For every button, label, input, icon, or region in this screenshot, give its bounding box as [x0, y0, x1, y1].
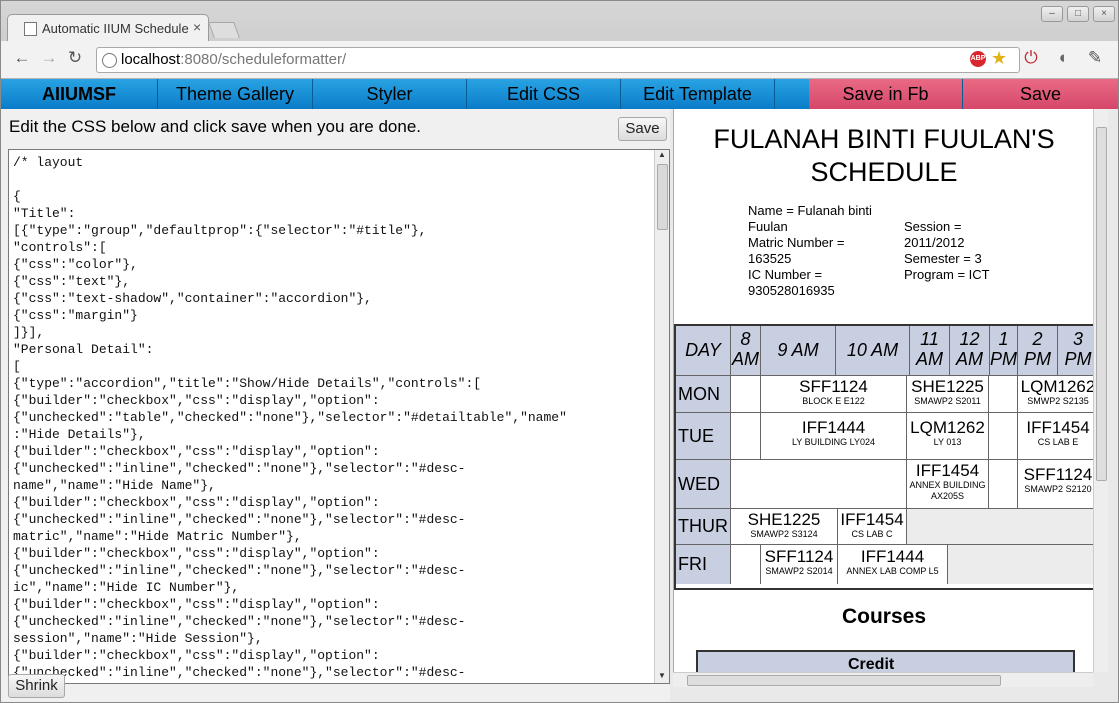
close-tab-icon[interactable]: ×: [193, 19, 201, 35]
url-text: localhost:8080/scheduleformatter/: [121, 51, 347, 68]
app-menu-bar: AIIUMSF Theme Gallery Styler Edit CSS Ed…: [1, 79, 1118, 109]
detail-line: Semester = 3: [904, 251, 982, 266]
course-slot: SFF1124 SMAWP2 S2120: [1018, 460, 1094, 509]
close-window-icon[interactable]: ×: [1093, 6, 1115, 22]
preview-vscroll-thumb[interactable]: [1096, 127, 1107, 481]
header-10am: 10 AM: [836, 326, 910, 376]
schedule-table: DAY 8 AM 9 AM 10 AM 11 AM 12 AM 1 PM 2 P…: [674, 324, 1094, 590]
stop-extension-icon[interactable]: ⏻: [1021, 48, 1041, 68]
maximize-icon[interactable]: □: [1067, 6, 1089, 22]
detail-line: Session =: [904, 219, 962, 234]
course-slot: SFF1124 SMAWP2 S2014: [761, 545, 838, 584]
course-slot: IFF1454 CS LAB E: [1018, 413, 1094, 460]
course-slot: LQM1262 SMWP2 S2135: [1018, 376, 1094, 413]
header-11am: 11 AM: [910, 326, 950, 376]
page-info-icon: [102, 53, 117, 68]
course-slot: IFF1444 ANNEX LAB COMP L5: [838, 545, 948, 584]
empty-slot: [731, 376, 761, 413]
header-3pm: 3 PM: [1058, 326, 1094, 376]
header-9am: 9 AM: [761, 326, 836, 376]
wrench-menu-icon[interactable]: ✎: [1085, 48, 1105, 68]
personal-details-left: Name = Fulanah binti Fuulan Matric Numbe…: [748, 203, 888, 299]
save-in-fb-button[interactable]: Save in Fb: [809, 79, 963, 109]
detail-line: IC Number =: [748, 267, 823, 282]
empty-slot: [989, 376, 1018, 413]
brand-link[interactable]: AIIUMSF: [1, 79, 158, 109]
day-thur: THUR: [676, 509, 731, 545]
personal-details-right: Session = 2011/2012 Semester = 3 Program…: [904, 219, 1044, 283]
preview-vertical-scrollbar[interactable]: [1093, 109, 1108, 672]
scroll-up-icon[interactable]: ▲: [655, 150, 669, 162]
shrink-button[interactable]: Shrink: [8, 674, 65, 698]
detail-line: Fuulan: [748, 219, 788, 234]
reload-icon[interactable]: ↻: [65, 48, 85, 68]
day-wed: WED: [676, 460, 731, 509]
detail-line: Program = ICT: [904, 267, 990, 282]
course-slot: LQM1262 LY 013: [907, 413, 989, 460]
detail-line: Matric Number =: [748, 235, 845, 250]
header-2pm: 2 PM: [1018, 326, 1058, 376]
speaker-extension-icon[interactable]: ◖: [1052, 48, 1072, 68]
page-favicon-icon: [24, 22, 37, 36]
course-slot: SFF1124 BLOCK E E122: [761, 376, 907, 413]
empty-slot: [731, 460, 907, 509]
editor-scrollbar[interactable]: ▲ ▼: [654, 150, 669, 683]
css-textarea[interactable]: /* layout { "Title": [{"type":"group","d…: [8, 149, 670, 684]
menu-edit-template[interactable]: Edit Template: [621, 79, 775, 109]
editor-scroll-thumb[interactable]: [657, 164, 668, 230]
course-slot: IFF1454 ANNEX BUILDING AX205S: [907, 460, 989, 509]
empty-slot: [948, 545, 1094, 584]
detail-line: 163525: [748, 251, 792, 266]
address-bar[interactable]: localhost:8080/scheduleformatter/ ABP ★: [96, 47, 1020, 73]
detail-line: 930528016935: [748, 283, 835, 298]
browser-toolbar: ← → ↻ localhost:8080/scheduleformatter/ …: [1, 41, 1118, 79]
detail-line: 2011/2012: [904, 235, 965, 250]
bookmark-star-icon[interactable]: ★: [991, 48, 1007, 69]
menu-edit-css[interactable]: Edit CSS: [467, 79, 621, 109]
menu-styler[interactable]: Styler: [313, 79, 467, 109]
tab-title: Automatic IIUM Schedule: [42, 21, 189, 36]
empty-slot: [989, 413, 1018, 460]
schedule-title: FULANAH BINTI FUULAN'S SCHEDULE: [713, 124, 1055, 187]
adblock-icon[interactable]: ABP: [970, 51, 986, 67]
day-tue: TUE: [676, 413, 731, 460]
courses-column-credit: Credit: [848, 656, 895, 672]
tab-strip: Automatic IIUM Schedule × – □ ×: [1, 1, 1118, 43]
course-slot: SHE1225 SMAWP2 S2011: [907, 376, 989, 413]
courses-table: Credit: [696, 650, 1075, 672]
course-slot: SHE1225 SMAWP2 S3124: [731, 509, 838, 545]
courses-heading: Courses: [841, 605, 927, 628]
empty-slot: [907, 509, 1094, 545]
browser-window: Automatic IIUM Schedule × – □ × ← → ↻ lo…: [0, 0, 1119, 703]
editor-instructions: Edit the CSS below and click save when y…: [9, 117, 422, 136]
preview-horizontal-scrollbar[interactable]: [673, 672, 1093, 687]
save-button[interactable]: Save: [963, 79, 1118, 109]
empty-slot: [731, 545, 761, 584]
css-editor-pane: Edit the CSS below and click save when y…: [1, 109, 670, 702]
empty-slot: [731, 413, 761, 460]
scroll-down-icon[interactable]: ▼: [655, 671, 669, 683]
menu-theme-gallery[interactable]: Theme Gallery: [158, 79, 313, 109]
new-tab-button[interactable]: [208, 22, 240, 38]
header-8am: 8 AM: [731, 326, 761, 376]
day-mon: MON: [676, 376, 731, 413]
editor-save-button[interactable]: Save: [618, 117, 667, 141]
course-slot: IFF1444 LY BUILDING LY024: [761, 413, 907, 460]
css-code[interactable]: /* layout { "Title": [{"type":"group","d…: [9, 150, 653, 681]
day-fri: FRI: [676, 545, 731, 584]
detail-line: Name = Fulanah binti: [748, 203, 872, 218]
minimize-icon[interactable]: –: [1041, 6, 1063, 22]
header-day: DAY: [676, 326, 731, 376]
header-1pm: 1 PM: [990, 326, 1018, 376]
forward-arrow-icon[interactable]: →: [39, 48, 59, 68]
preview-hscroll-thumb[interactable]: [687, 675, 1001, 686]
back-arrow-icon[interactable]: ←: [12, 48, 32, 68]
header-12am: 12 AM: [950, 326, 990, 376]
course-slot: IFF1454 CS LAB C: [838, 509, 907, 545]
browser-tab[interactable]: Automatic IIUM Schedule ×: [7, 14, 209, 43]
schedule-preview: FULANAH BINTI FUULAN'S SCHEDULE Name = F…: [673, 109, 1094, 672]
empty-slot: [989, 460, 1018, 509]
